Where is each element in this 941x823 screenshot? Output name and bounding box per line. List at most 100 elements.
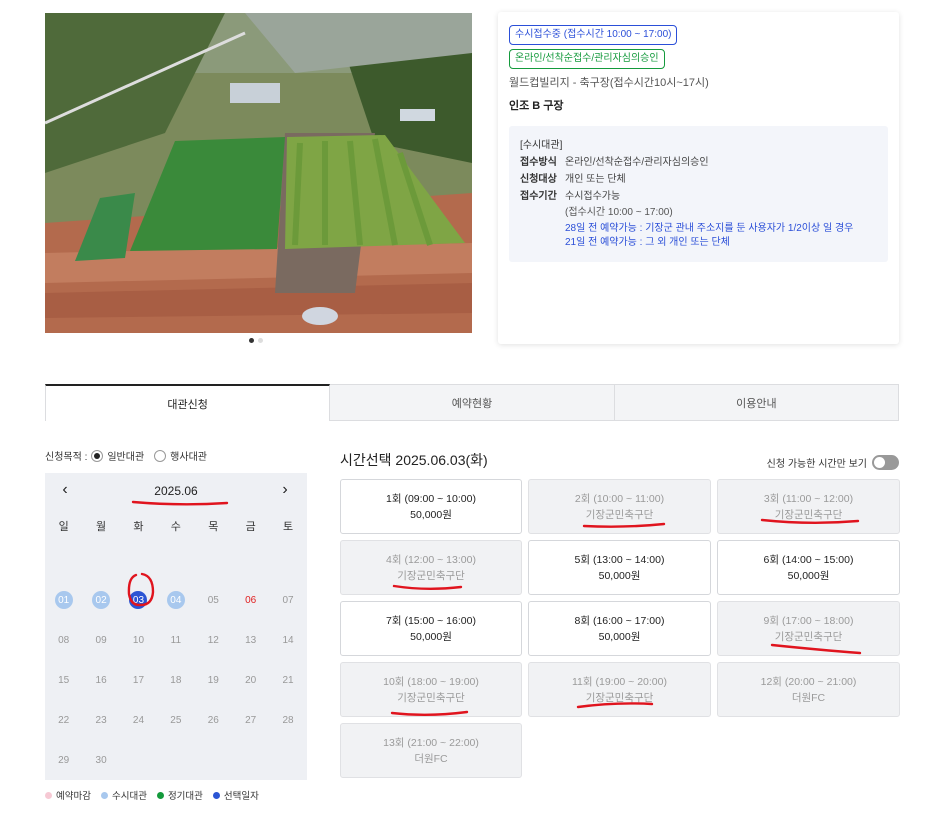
calendar-day[interactable]: 18 <box>167 671 185 689</box>
calendar-day-cell[interactable]: 03 <box>120 591 157 609</box>
calendar-day[interactable]: 22 <box>55 711 73 729</box>
calendar-week: 22 23 24 25 26 27 28 <box>45 700 307 740</box>
calendar-day-cell[interactable]: 22 <box>45 711 82 729</box>
target-value: 개인 또는 단체 <box>565 174 626 185</box>
calendar-day[interactable]: 26 <box>204 711 222 729</box>
reception-method-badge: 온라인/선착순접수/관리자심의승인 <box>509 49 665 69</box>
slot-reserved-by: 기장군민축구단 <box>397 569 465 582</box>
gallery-dot-2[interactable] <box>258 338 263 343</box>
calendar-day[interactable]: 03 <box>129 591 148 609</box>
calendar-day[interactable]: 16 <box>92 671 110 689</box>
calendar-day-cell[interactable]: 20 <box>232 671 269 689</box>
calendar-day[interactable]: 02 <box>92 591 111 609</box>
weekday-label: 목 <box>208 520 219 533</box>
next-month-button[interactable]: › <box>275 481 295 499</box>
calendar-day-cell[interactable]: 15 <box>45 671 82 689</box>
calendar-day-cell[interactable]: 04 <box>157 591 194 609</box>
calendar-day[interactable]: 19 <box>204 671 222 689</box>
available-only-toggle[interactable] <box>872 455 899 470</box>
calendar-day-cell[interactable]: 05 <box>195 591 232 609</box>
calendar-day[interactable]: 28 <box>279 711 297 729</box>
method-label: 접수방식 <box>520 157 557 168</box>
calendar-day[interactable]: 14 <box>279 631 297 649</box>
time-slot-7[interactable]: 7회 (15:00 ~ 16:00) 50,000원 <box>340 601 522 656</box>
calendar-day-cell[interactable]: 06 <box>232 591 269 609</box>
calendar-day-cell[interactable]: 28 <box>269 711 306 729</box>
calendar-day[interactable]: 20 <box>242 671 260 689</box>
calendar-day-cell[interactable]: 17 <box>120 671 157 689</box>
calendar-day[interactable]: 29 <box>55 751 73 769</box>
calendar-day[interactable]: 15 <box>55 671 73 689</box>
calendar-day-cell[interactable]: 10 <box>120 631 157 649</box>
slot-time: 2회 (10:00 ~ 11:00) <box>574 492 665 505</box>
period-sub: (접수시간 10:00 ~ 17:00) <box>565 207 673 218</box>
calendar-day[interactable]: 05 <box>204 591 222 609</box>
calendar-day-cell[interactable]: 14 <box>269 631 306 649</box>
calendar-day[interactable]: 07 <box>279 591 297 609</box>
calendar-day[interactable]: 10 <box>129 631 147 649</box>
calendar-day-cell[interactable]: 29 <box>45 751 82 769</box>
event-rental-label[interactable]: 행사대관 <box>170 448 207 463</box>
legend-label: 선택일자 <box>223 791 259 802</box>
slot-time: 6회 (14:00 ~ 15:00) <box>763 553 854 566</box>
calendar-day-cell[interactable]: 08 <box>45 631 82 649</box>
slot-price: 50,000원 <box>598 630 641 643</box>
calendar-week: 15 16 17 18 19 20 21 <box>45 660 307 700</box>
time-slot-6[interactable]: 6회 (14:00 ~ 15:00) 50,000원 <box>717 540 900 595</box>
calendar: ‹ 2025.06 › 일 월 화 수 목 금 토 01 02 03 04 05 06 07 08 09 10 1… <box>45 473 307 780</box>
method-value: 온라인/선착순접수/관리자심의승인 <box>565 157 709 168</box>
tab-rental-application[interactable]: 대관신청 <box>45 384 331 421</box>
event-rental-radio[interactable] <box>154 449 167 462</box>
period-label: 접수기간 <box>520 191 557 202</box>
calendar-day[interactable]: 09 <box>92 631 110 649</box>
tab-usage-guide[interactable]: 이용안내 <box>614 384 899 421</box>
calendar-day[interactable]: 08 <box>55 631 73 649</box>
calendar-day-cell[interactable]: 26 <box>195 711 232 729</box>
facility-photo[interactable] <box>45 13 472 333</box>
calendar-day-cell[interactable]: 25 <box>157 711 194 729</box>
calendar-day[interactable]: 06 <box>242 591 260 609</box>
calendar-day-cell[interactable]: 27 <box>232 711 269 729</box>
calendar-day-cell[interactable]: 02 <box>82 591 119 609</box>
calendar-day[interactable]: 01 <box>54 591 73 609</box>
calendar-day[interactable]: 21 <box>279 671 297 689</box>
calendar-day-cell[interactable]: 24 <box>120 711 157 729</box>
legend-label: 예약마감 <box>56 791 91 802</box>
calendar-day-cell[interactable]: 09 <box>82 631 119 649</box>
calendar-day[interactable]: 04 <box>166 591 185 609</box>
calendar-day[interactable]: 11 <box>167 631 185 649</box>
calendar-day-cell[interactable]: 18 <box>157 671 194 689</box>
time-slot-8[interactable]: 8회 (16:00 ~ 17:00) 50,000원 <box>528 601 711 656</box>
calendar-day[interactable]: 12 <box>204 631 222 649</box>
calendar-day-cell[interactable]: 19 <box>195 671 232 689</box>
facility-info-card: 수시접수중 (접수시간 10:00 ~ 17:00) 온라인/선착순접수/관리자… <box>498 12 899 344</box>
time-slot-9: 9회 (17:00 ~ 18:00) 기장군민축구단 <box>717 601 900 656</box>
tab-reservation-status[interactable]: 예약현황 <box>330 384 615 421</box>
calendar-day[interactable]: 27 <box>242 711 260 729</box>
calendar-day-cell[interactable]: 21 <box>269 671 306 689</box>
calendar-day-cell[interactable]: 01 <box>45 591 82 609</box>
calendar-day[interactable]: 24 <box>129 711 147 729</box>
general-rental-radio[interactable] <box>91 449 104 462</box>
calendar-day-cell[interactable]: 07 <box>269 591 306 609</box>
calendar-day-cell[interactable]: 13 <box>232 631 269 649</box>
calendar-day-cell[interactable]: 16 <box>82 671 119 689</box>
calendar-day[interactable]: 17 <box>129 671 147 689</box>
calendar-day[interactable]: 23 <box>92 711 110 729</box>
time-slot-5[interactable]: 5회 (13:00 ~ 14:00) 50,000원 <box>528 540 711 595</box>
calendar-day[interactable]: 13 <box>242 631 260 649</box>
calendar-day-cell[interactable]: 11 <box>157 631 194 649</box>
facility-name: 월드컵빌리지 - 축구장(접수시간10시~17시) <box>509 77 709 89</box>
time-slot-1[interactable]: 1회 (09:00 ~ 10:00) 50,000원 <box>340 479 522 534</box>
legend-label: 정기대관 <box>167 791 203 802</box>
calendar-month: 2025.06 <box>154 484 198 498</box>
calendar-day-cell[interactable]: 12 <box>195 631 232 649</box>
calendar-day[interactable]: 25 <box>167 711 185 729</box>
calendar-day-cell[interactable]: 30 <box>82 751 119 769</box>
period-value: 수시접수가능 <box>565 191 621 202</box>
calendar-day-cell[interactable]: 23 <box>82 711 119 729</box>
calendar-week: 29 30 <box>45 740 307 780</box>
gallery-dot-1[interactable] <box>249 338 254 343</box>
general-rental-label[interactable]: 일반대관 <box>107 448 144 463</box>
calendar-day[interactable]: 30 <box>92 751 110 769</box>
